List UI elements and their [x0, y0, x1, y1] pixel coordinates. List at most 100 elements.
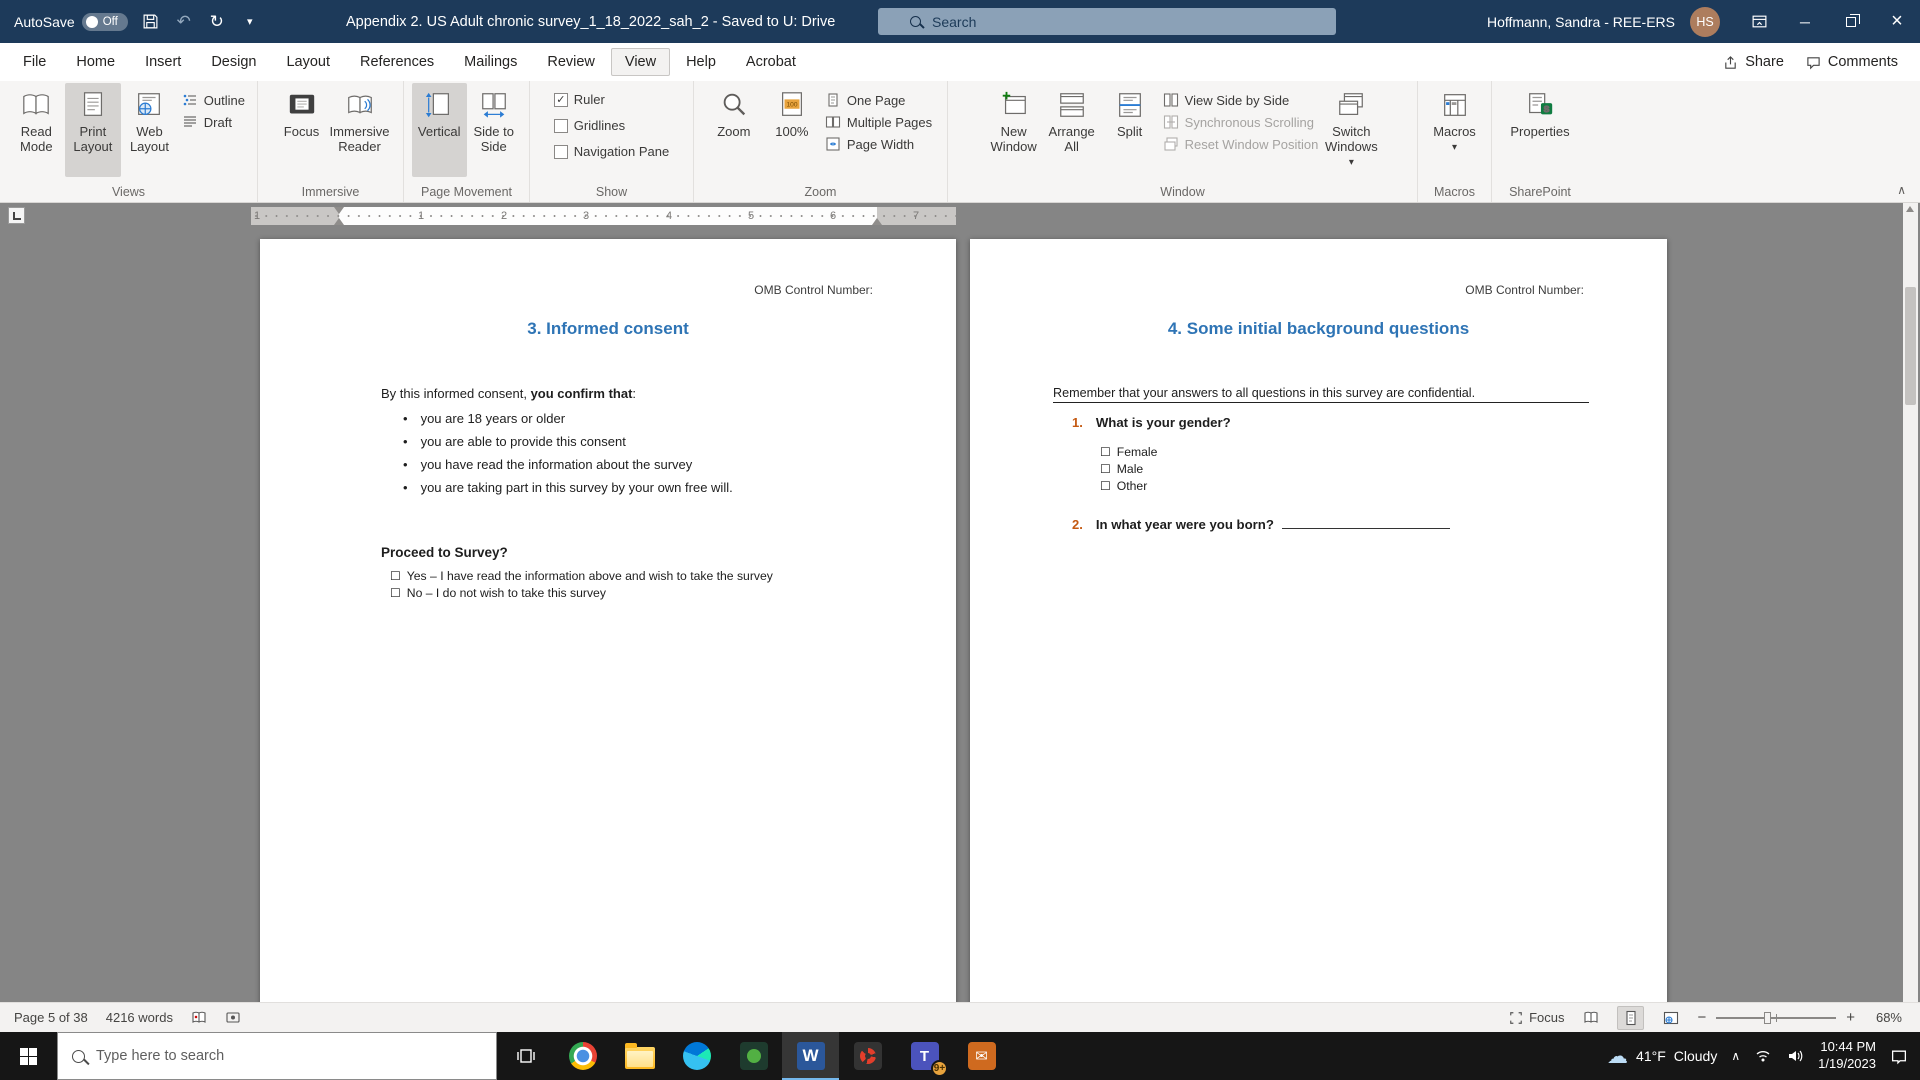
draft-button[interactable]: Draft: [178, 113, 249, 131]
action-center-button[interactable]: [1890, 1048, 1908, 1065]
dropdown-caret-icon: ▾: [1452, 142, 1457, 153]
right-indent-marker[interactable]: [872, 218, 882, 225]
vertical-label: Vertical: [418, 125, 461, 140]
weather-widget[interactable]: ☁ 41°F Cloudy: [1607, 1044, 1717, 1069]
word-count[interactable]: 4216 words: [106, 1010, 173, 1025]
immersive-reader-button[interactable]: Immersive Reader: [331, 83, 389, 177]
tab-review[interactable]: Review: [533, 48, 609, 76]
ribbon-display-options-button[interactable]: [1736, 0, 1782, 43]
collapse-ribbon-button[interactable]: ∧: [1897, 183, 1906, 197]
web-layout-button[interactable]: Web Layout: [121, 83, 178, 177]
vertical-scrollbar[interactable]: [1903, 203, 1918, 1002]
tab-view[interactable]: View: [611, 48, 670, 76]
redo-button[interactable]: ↻: [207, 12, 227, 32]
print-layout-view-button[interactable]: [1617, 1006, 1644, 1030]
tab-references[interactable]: References: [346, 48, 448, 76]
task-view-button[interactable]: [497, 1032, 554, 1080]
network-tray-button[interactable]: [1754, 1048, 1772, 1064]
tab-stop-selector[interactable]: [8, 207, 25, 224]
side-to-side-button[interactable]: Side to Side: [467, 83, 522, 177]
customize-qat-button[interactable]: ▾: [240, 15, 260, 28]
ruler-checkbox[interactable]: ✓ Ruler: [550, 91, 673, 108]
macros-button[interactable]: Macros ▾: [1426, 83, 1483, 177]
arrange-all-button[interactable]: Arrange All: [1043, 83, 1101, 177]
undo-button[interactable]: ↶: [174, 12, 194, 32]
outline-button[interactable]: Outline: [178, 91, 249, 109]
tab-file[interactable]: File: [9, 48, 60, 76]
search-input[interactable]: [932, 14, 1292, 30]
hanging-indent-marker[interactable]: [334, 218, 344, 225]
switch-windows-button[interactable]: Switch Windows ▾: [1322, 83, 1380, 177]
view-side-by-side-button[interactable]: View Side by Side: [1159, 91, 1323, 109]
web-layout-view-button[interactable]: [1657, 1006, 1684, 1030]
save-button[interactable]: [141, 13, 161, 30]
bullet-text: you are taking part in this survey by yo…: [421, 480, 733, 495]
new-window-label: New Window: [985, 125, 1043, 155]
zoom-out-button[interactable]: −: [1697, 1009, 1706, 1026]
read-mode-view-button[interactable]: [1577, 1006, 1604, 1030]
tab-acrobat[interactable]: Acrobat: [732, 48, 810, 76]
tab-help[interactable]: Help: [672, 48, 730, 76]
mail-app-taskbar-button[interactable]: ✉: [953, 1032, 1010, 1080]
navigation-pane-checkbox[interactable]: Navigation Pane: [550, 143, 673, 160]
clock[interactable]: 10:44 PM 1/19/2023: [1818, 1039, 1876, 1073]
comments-button[interactable]: Comments: [1806, 54, 1898, 70]
tab-insert[interactable]: Insert: [131, 48, 195, 76]
share-button[interactable]: Share: [1723, 54, 1784, 70]
tab-layout[interactable]: Layout: [272, 48, 344, 76]
horizontal-ruler[interactable]: 1 1 2 3 4 5 6 7: [251, 207, 956, 225]
taskbar-search-input[interactable]: [96, 1048, 436, 1064]
chrome-taskbar-button[interactable]: [554, 1032, 611, 1080]
autosave-toggle[interactable]: AutoSave Off: [14, 13, 128, 31]
gridlines-checkbox[interactable]: Gridlines: [550, 117, 673, 134]
question-number: 2.: [1072, 517, 1083, 532]
network-icon: [1754, 1048, 1772, 1064]
print-layout-button[interactable]: Print Layout: [65, 83, 122, 177]
vertical-button[interactable]: Vertical: [412, 83, 467, 177]
zoom-percentage[interactable]: 68%: [1868, 1010, 1902, 1025]
restore-button[interactable]: [1828, 0, 1874, 43]
first-line-indent-marker[interactable]: [334, 207, 344, 214]
status-bar: Page 5 of 38 4216 words Focus − + 68%: [0, 1002, 1920, 1032]
word-taskbar-button[interactable]: W: [782, 1032, 839, 1080]
edge-taskbar-button[interactable]: [668, 1032, 725, 1080]
close-button[interactable]: ×: [1874, 0, 1920, 43]
macro-recording-button[interactable]: [225, 1010, 241, 1026]
focus-button[interactable]: Focus: [273, 83, 331, 177]
account-name[interactable]: Hoffmann, Sandra - REE-ERS: [1487, 14, 1675, 30]
minimize-button[interactable]: ─: [1782, 0, 1828, 43]
scrollbar-thumb[interactable]: [1905, 287, 1916, 405]
scroll-up-icon[interactable]: [1906, 206, 1914, 212]
autosave-switch[interactable]: Off: [82, 13, 128, 31]
tab-mailings[interactable]: Mailings: [450, 48, 531, 76]
acrobat-taskbar-button[interactable]: [839, 1032, 896, 1080]
zoom-button[interactable]: Zoom: [705, 83, 763, 177]
teams-taskbar-button[interactable]: T 9+: [896, 1032, 953, 1080]
one-page-button[interactable]: One Page: [821, 91, 936, 109]
document-page-right[interactable]: OMB Control Number: 4. Some initial back…: [970, 239, 1667, 1002]
volume-tray-button[interactable]: [1786, 1048, 1804, 1064]
file-explorer-taskbar-button[interactable]: [611, 1032, 668, 1080]
page-indicator[interactable]: Page 5 of 38: [14, 1010, 88, 1025]
avatar[interactable]: HS: [1690, 7, 1720, 37]
search-box[interactable]: [878, 8, 1336, 35]
taskbar-search-box[interactable]: [57, 1032, 497, 1080]
greenshot-taskbar-button[interactable]: [725, 1032, 782, 1080]
proofing-button[interactable]: [191, 1010, 207, 1026]
properties-button[interactable]: S Properties: [1504, 83, 1576, 177]
new-window-button[interactable]: New Window: [985, 83, 1043, 177]
split-button[interactable]: Split: [1101, 83, 1159, 177]
start-button[interactable]: [0, 1032, 57, 1080]
tab-home[interactable]: Home: [62, 48, 129, 76]
read-mode-button[interactable]: Read Mode: [8, 83, 65, 177]
document-page-left[interactable]: OMB Control Number: 3. Informed consent …: [260, 239, 956, 1002]
zoom-slider-thumb[interactable]: [1764, 1012, 1771, 1024]
tab-design[interactable]: Design: [197, 48, 270, 76]
zoom-slider[interactable]: [1716, 1017, 1836, 1019]
multiple-pages-button[interactable]: Multiple Pages: [821, 113, 936, 131]
zoom-in-button[interactable]: +: [1846, 1009, 1855, 1026]
page-width-button[interactable]: Page Width: [821, 135, 936, 153]
hidden-icons-chevron[interactable]: ∧: [1731, 1049, 1740, 1063]
zoom-100-button[interactable]: 100 100%: [763, 83, 821, 177]
focus-mode-button[interactable]: Focus: [1509, 1010, 1564, 1025]
